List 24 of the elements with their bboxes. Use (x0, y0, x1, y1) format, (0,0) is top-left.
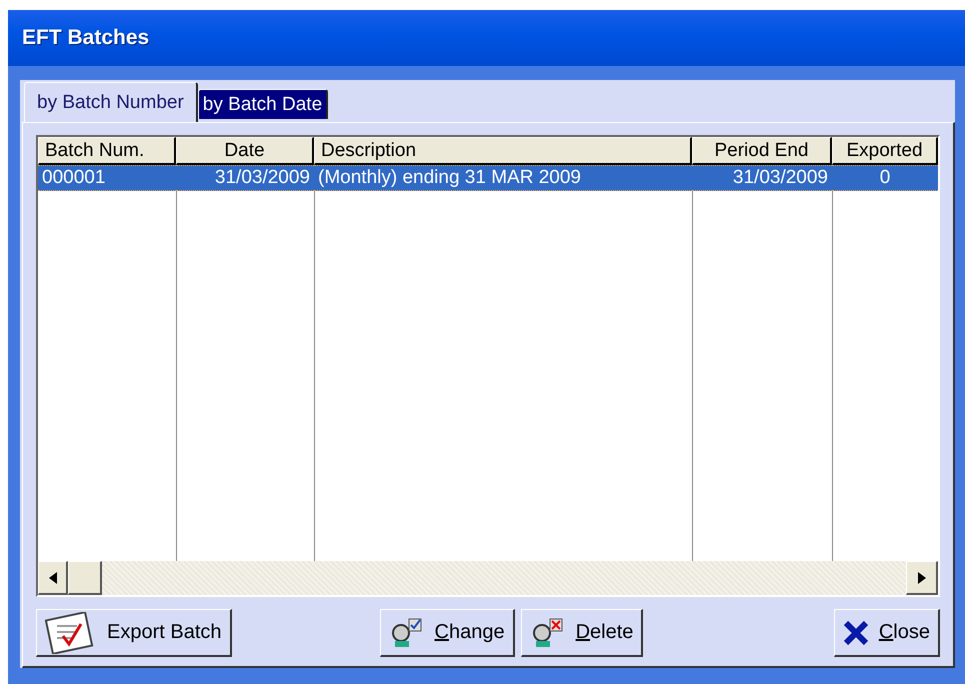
table-cell[interactable]: (Monthly) ending 31 MAR 2009 (314, 165, 692, 191)
scroll-right-button[interactable] (906, 561, 938, 595)
column-header[interactable]: Description (314, 137, 692, 165)
column-header[interactable]: Date (176, 137, 314, 165)
left-arrow-icon (48, 572, 56, 584)
scroll-thumb[interactable] (68, 561, 102, 595)
table-cell[interactable]: 31/03/2009 (692, 165, 832, 191)
tab[interactable]: by Batch Number (24, 82, 198, 122)
right-arrow-icon (918, 572, 926, 584)
table-cell[interactable]: 000001 (38, 165, 176, 191)
horizontal-scrollbar[interactable] (38, 561, 938, 595)
column-header[interactable]: Batch Num. (38, 137, 176, 165)
column-header[interactable]: Period End (692, 137, 832, 165)
scroll-left-button[interactable] (38, 561, 68, 595)
close-icon (842, 620, 869, 646)
table-cell[interactable]: 31/03/2009 (176, 165, 314, 191)
column-header[interactable]: Exported (832, 137, 938, 165)
table-cell[interactable]: 0 (832, 165, 938, 191)
close-button[interactable]: Close (834, 609, 940, 657)
tab[interactable]: by Batch Date (198, 89, 328, 119)
change-button[interactable]: Change (380, 609, 515, 657)
export-button[interactable]: Export Batch (36, 609, 232, 657)
window-title: EFT Batches (22, 26, 150, 50)
delete-button[interactable]: Delete (520, 609, 644, 657)
